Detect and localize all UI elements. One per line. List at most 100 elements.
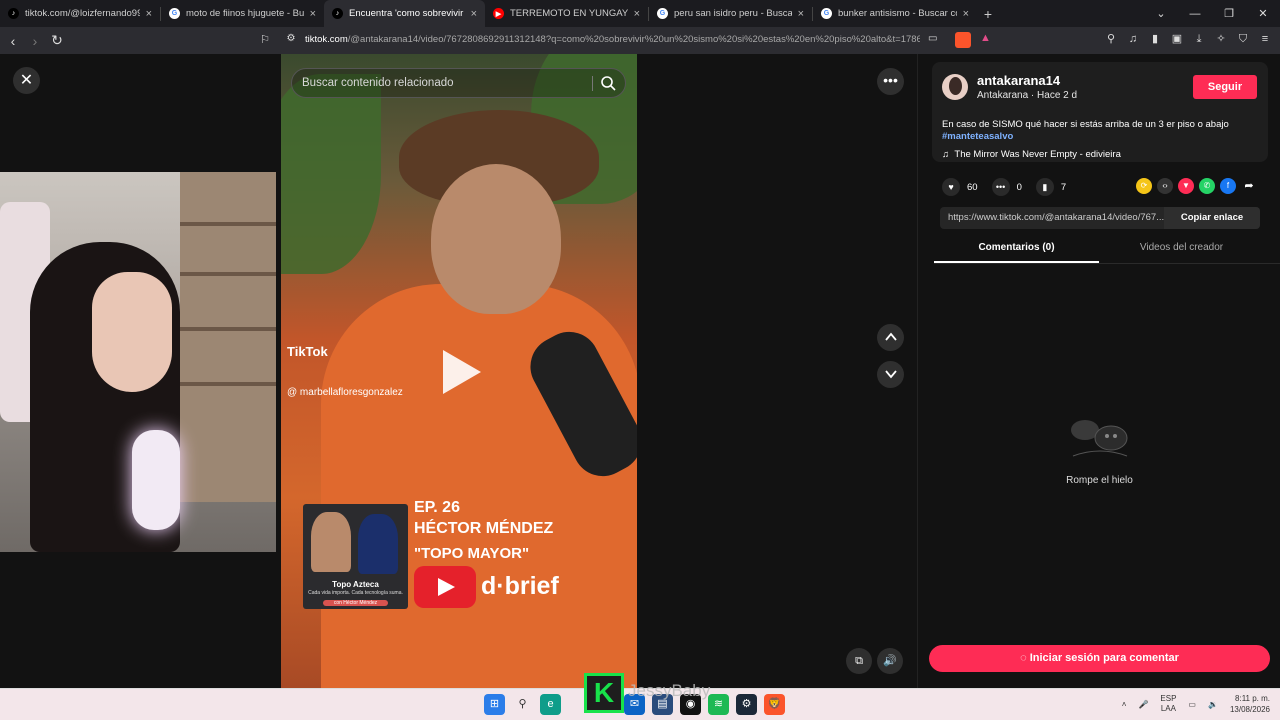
play-icon[interactable] xyxy=(443,350,481,394)
extension-icons: ⚲ ♫ ▮ ▣ ⤓ ✧ ⛉ ≡ xyxy=(1104,32,1272,46)
empty-comments-icon xyxy=(1071,420,1128,457)
follow-button[interactable]: Seguir xyxy=(1193,75,1257,99)
minimize-icon[interactable]: — xyxy=(1178,8,1212,20)
video-player[interactable]: TikTok @ marbellafloresgonzalez Topo Azt… xyxy=(281,54,637,688)
volume-button[interactable]: 🔊 xyxy=(877,648,903,674)
repost-icon[interactable]: ⟳ xyxy=(1136,178,1152,194)
volume-icon: 🔊 xyxy=(883,655,897,667)
close-tab-icon[interactable]: × xyxy=(798,8,804,20)
tab-creator-videos[interactable]: Videos del creador xyxy=(1099,242,1264,261)
guest-name: HÉCTOR MÉNDEZ xyxy=(414,520,554,537)
related-search-box xyxy=(291,68,626,98)
vpn-icon[interactable]: ⛉ xyxy=(1236,32,1250,46)
avatar[interactable] xyxy=(942,74,968,100)
sidebar-icon[interactable]: ▮ xyxy=(1148,32,1162,46)
tiktok-icon: ♪ xyxy=(332,8,343,19)
brave-shield-icon[interactable] xyxy=(955,32,971,48)
speaker-icon[interactable]: 🔉 xyxy=(1208,700,1218,709)
close-viewer-button[interactable]: ✕ xyxy=(13,67,40,94)
brand-logo: d·brief xyxy=(481,572,559,600)
close-tab-icon[interactable]: × xyxy=(634,8,640,20)
restore-icon[interactable]: ❐ xyxy=(1212,7,1246,20)
bookmark-icon: ▮ xyxy=(1035,178,1054,196)
music-icon[interactable]: ♫ xyxy=(1126,32,1140,46)
embed-icon[interactable]: ‹› xyxy=(1157,178,1173,194)
save-button[interactable]: ▮ 7 xyxy=(1035,178,1066,196)
hashtag-link[interactable]: #manteteasalvo xyxy=(942,131,1013,142)
floating-player-button[interactable]: ⧉ xyxy=(846,648,872,674)
tab-title: bunker antisismo - Buscar con Goog xyxy=(838,8,957,19)
leo-icon[interactable]: ✧ xyxy=(1214,32,1228,46)
search-icon[interactable] xyxy=(599,74,617,92)
close-tab-icon[interactable]: × xyxy=(310,8,316,20)
share-arrow-icon[interactable]: ➦ xyxy=(1241,178,1257,194)
extensions-icon[interactable]: ⚲ xyxy=(1104,32,1118,46)
close-tab-icon[interactable]: × xyxy=(146,8,152,20)
chevron-up-icon[interactable]: ˄ xyxy=(1122,700,1127,709)
browser-tab-bar: ♪ tiktok.com/@loizfernando99/video/7 × G… xyxy=(0,0,1280,27)
episode-label: EP. 26 xyxy=(414,499,460,516)
youtube-logo-icon xyxy=(414,566,476,608)
next-video-button[interactable] xyxy=(877,361,904,388)
browser-tab[interactable]: G bunker antisismo - Buscar con Goog × xyxy=(813,0,977,27)
comment-button[interactable]: ••• 0 xyxy=(991,178,1022,196)
spotify-icon[interactable]: ≋ xyxy=(708,694,729,715)
language-indicator[interactable]: ESP LAA xyxy=(1160,694,1176,714)
browser-tab[interactable]: ▶ TERREMOTO EN YUNGAY: la TRAGED × xyxy=(485,0,648,27)
share-link[interactable]: https://www.tiktok.com/@antakarana14/vid… xyxy=(948,212,1168,223)
watermark-username: @ marbellafloresgonzalez xyxy=(287,387,403,398)
tab-title: peru san isidro peru - Buscar con Go xyxy=(674,8,792,19)
tiktok-icon: ♪ xyxy=(8,8,19,19)
search-icon[interactable]: ⚲ xyxy=(512,694,533,715)
like-button[interactable]: ♥ 60 xyxy=(942,178,978,196)
google-icon: G xyxy=(169,8,180,19)
reload-icon[interactable]: ↻ xyxy=(46,32,68,49)
back-icon[interactable]: ‹ xyxy=(2,33,24,49)
close-tab-icon[interactable]: × xyxy=(963,8,969,20)
whatsapp-icon[interactable]: ✆ xyxy=(1199,178,1215,194)
tab-search-icon[interactable]: ⌄ xyxy=(1144,7,1178,20)
browser-tab[interactable]: G moto de fiinos hjuguete - Buscar co × xyxy=(161,0,324,27)
send-icon[interactable]: ▼ xyxy=(1178,178,1194,194)
url-field[interactable]: tiktok.com/@antakarana14/video/767280869… xyxy=(305,34,920,45)
copy-link-button[interactable]: Copiar enlace xyxy=(1164,207,1260,229)
download-icon[interactable]: ⤓ xyxy=(1192,32,1206,46)
search-input[interactable] xyxy=(302,69,582,97)
more-options-button[interactable]: ••• xyxy=(877,68,904,95)
new-tab-button[interactable]: + xyxy=(977,6,999,22)
menu-icon[interactable]: ≡ xyxy=(1258,32,1272,46)
edge-icon[interactable]: e xyxy=(540,694,561,715)
site-info-icon[interactable]: ⚙ xyxy=(280,33,302,44)
facebook-icon[interactable]: f xyxy=(1220,178,1236,194)
brave-icon[interactable]: 🦁 xyxy=(764,694,785,715)
brave-rewards-icon[interactable]: ▲ xyxy=(980,32,991,44)
microphone-icon[interactable]: 🎤 xyxy=(1138,700,1148,709)
browser-tab[interactable]: G peru san isidro peru - Buscar con Go × xyxy=(649,0,812,27)
bookmark-icon[interactable]: ⚐ xyxy=(254,33,276,46)
stream-watermark: JessyBaby xyxy=(628,681,711,700)
comment-icon: ◌ xyxy=(1020,652,1027,664)
windows-start-icon[interactable]: ⊞ xyxy=(484,694,505,715)
steam-icon[interactable]: ⚙ xyxy=(736,694,757,715)
close-tab-icon[interactable]: × xyxy=(471,8,477,20)
comment-icon: ••• xyxy=(991,178,1010,196)
clock[interactable]: 8:11 p. m. 13/08/2026 xyxy=(1230,693,1270,715)
author-username[interactable]: antakarana14 xyxy=(977,73,1060,88)
details-panel: antakarana14 Antakarana · Hace 2 d Segui… xyxy=(917,54,1280,688)
author-card: antakarana14 Antakarana · Hace 2 d Segui… xyxy=(932,62,1268,162)
network-icon[interactable]: ▭ xyxy=(1188,700,1196,709)
engagement-stats: ♥ 60 ••• 0 ▮ 7 xyxy=(942,178,1066,196)
browser-tab[interactable]: ♪ tiktok.com/@loizfernando99/video/7 × xyxy=(0,0,160,27)
music-note-icon: ♫ xyxy=(942,149,950,160)
login-to-comment-button[interactable]: ◌ Iniciar sesión para comentar xyxy=(929,645,1270,672)
wallet-icon[interactable]: ▣ xyxy=(1170,32,1184,46)
previous-video-button[interactable] xyxy=(877,324,904,351)
cast-icon[interactable]: ▭ xyxy=(928,33,937,44)
system-tray: ˄ 🎤 ESP LAA ▭ 🔉 8:11 p. m. 13/08/2026 xyxy=(1122,693,1270,715)
author-meta: Antakarana · Hace 2 d xyxy=(977,90,1078,101)
tab-comments[interactable]: Comentarios (0) xyxy=(934,242,1099,263)
music-link[interactable]: ♫ The Mirror Was Never Empty - edivieira xyxy=(942,149,1121,160)
forward-icon[interactable]: › xyxy=(24,33,46,49)
browser-tab-active[interactable]: ♪ Encuentra 'como sobrevivir un s × xyxy=(324,0,485,27)
close-window-icon[interactable]: ✕ xyxy=(1246,7,1280,20)
